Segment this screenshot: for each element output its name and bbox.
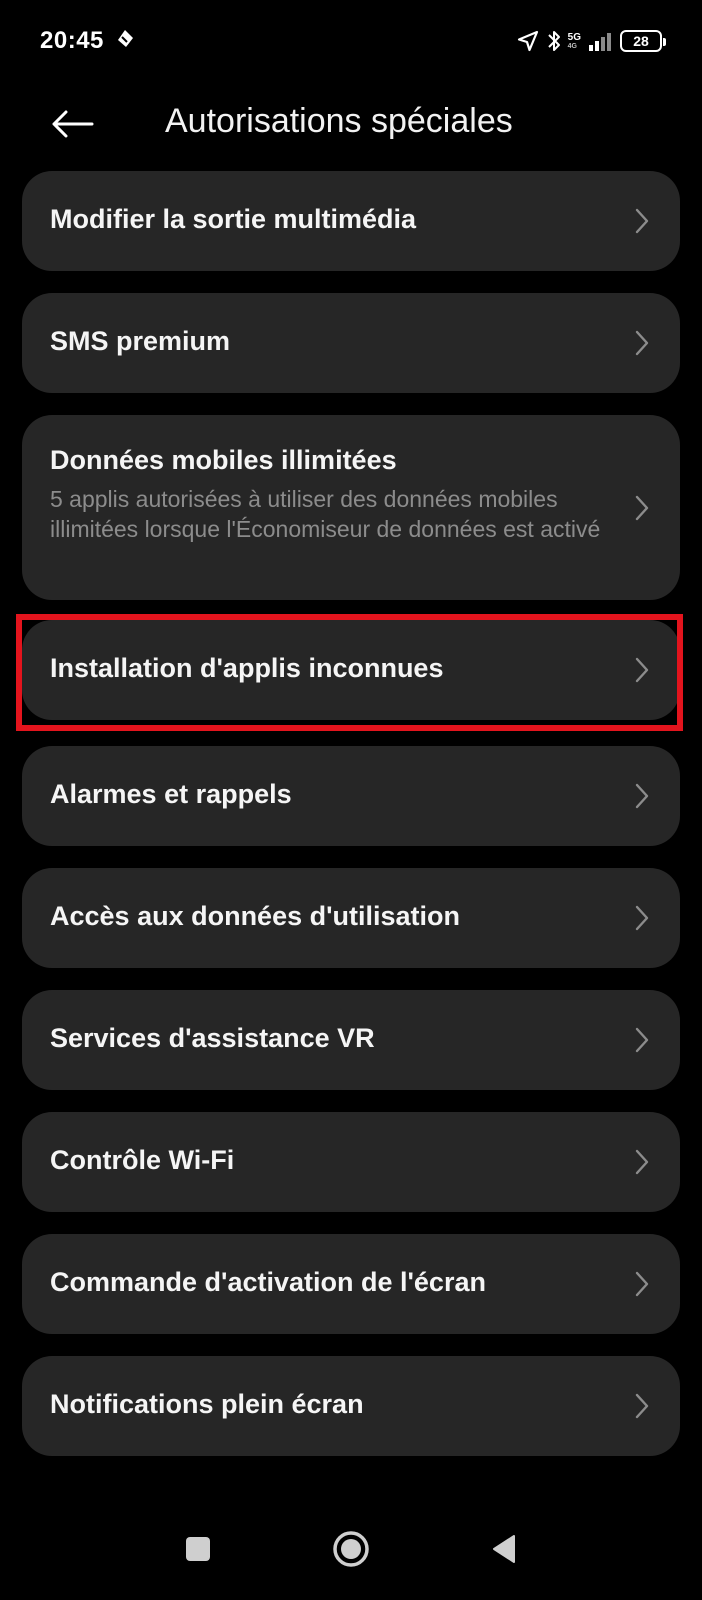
list-item-services-vr[interactable]: Services d'assistance VR [22,990,680,1090]
list-item-label: SMS premium [50,326,231,356]
arrow-left-icon [50,109,94,144]
chevron-right-icon [632,781,652,811]
status-time: 20:45 [40,27,104,54]
status-bar: 20:45 5G 4G 28 [0,0,702,84]
chevron-right-icon [632,206,652,236]
chevron-right-icon [632,328,652,358]
recents-button[interactable] [173,1526,223,1576]
list-item-alarmes-rappels[interactable]: Alarmes et rappels [22,746,680,846]
network-subtype-label: 4G [567,42,577,50]
page-title: Autorisations spéciales [165,102,513,140]
list-item-label: Notifications plein écran [50,1389,364,1419]
chevron-right-icon [632,1147,652,1177]
battery-level: 28 [633,33,649,49]
home-button[interactable] [326,1526,376,1576]
list-item-label: Modifier la sortie multimédia [50,204,417,234]
list-item-commande-activation-ecran[interactable]: Commande d'activation de l'écran [22,1234,680,1334]
list-item-donnees-mobiles[interactable]: Données mobiles illimitées 5 applis auto… [22,415,680,600]
list-item-controle-wifi[interactable]: Contrôle Wi-Fi [22,1112,680,1212]
location-icon [516,29,540,53]
network-type-label: 5G [567,31,581,43]
home-circle-icon [331,1529,371,1574]
notification-app-icon [114,28,136,50]
back-button[interactable] [44,98,100,154]
list-item-label: Données mobiles illimitées [50,445,397,475]
signal-icon [588,30,614,52]
settings-screen: 20:45 5G 4G 28 Autorisations spéciales M… [0,0,702,1600]
bluetooth-icon [546,28,562,54]
list-item-label: Services d'assistance VR [50,1023,375,1053]
list-item-label: Accès aux données d'utilisation [50,901,461,931]
chevron-right-icon [632,493,652,523]
list-item-modifier-sortie[interactable]: Modifier la sortie multimédia [22,171,680,271]
network-type: 5G 4G [567,31,581,50]
list-item-acces-donnees-utilisation[interactable]: Accès aux données d'utilisation [22,868,680,968]
list-item-label: Installation d'applis inconnues [50,653,444,683]
navigation-bar [0,1500,702,1600]
list-item-installation-applis-inconnues[interactable]: Installation d'applis inconnues [22,620,680,720]
battery-icon: 28 [620,30,666,52]
chevron-right-icon [632,1025,652,1055]
list-item-label: Contrôle Wi-Fi [50,1145,235,1175]
list-item-label: Alarmes et rappels [50,779,292,809]
list-item-label: Commande d'activation de l'écran [50,1267,486,1297]
back-nav-button[interactable] [479,1526,529,1576]
recents-square-icon [184,1535,212,1568]
chevron-right-icon [632,903,652,933]
list-item-sms-premium[interactable]: SMS premium [22,293,680,393]
status-icons: 5G 4G 28 [516,27,666,55]
chevron-right-icon [632,1391,652,1421]
list-item-notifications-plein-ecran[interactable]: Notifications plein écran [22,1356,680,1456]
chevron-right-icon [632,1269,652,1299]
header: Autorisations spéciales [0,84,702,174]
back-triangle-icon [490,1533,518,1570]
list-item-subtitle: 5 applis autorisées à utiliser des donné… [50,486,601,542]
chevron-right-icon [632,655,652,685]
